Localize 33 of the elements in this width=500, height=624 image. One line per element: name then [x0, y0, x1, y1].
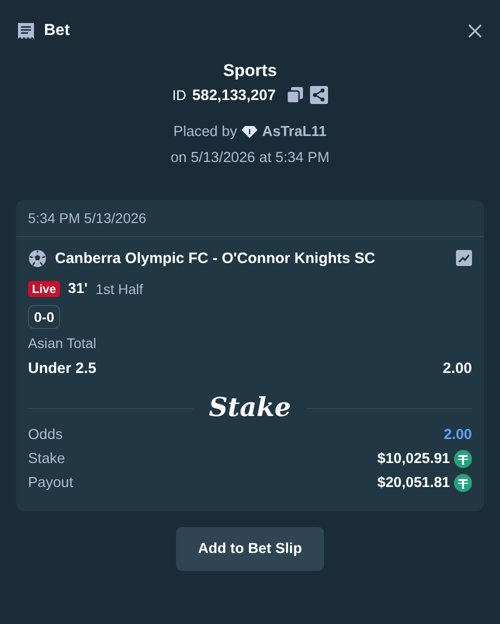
- amount-value: $10,025.91: [377, 451, 450, 467]
- tether-icon: [454, 474, 472, 492]
- diamond-icon: [241, 125, 258, 139]
- logo: Stake: [208, 393, 292, 423]
- bet-timestamp: 5:34 PM 5/13/2026: [28, 210, 146, 226]
- match-minute: 31': [68, 281, 88, 297]
- share-button[interactable]: [310, 86, 328, 104]
- match-period: 1st Half: [96, 281, 144, 297]
- amount-value: $20,051.81: [377, 475, 450, 491]
- placed-by-label: Placed by: [173, 124, 238, 140]
- tether-icon: [454, 450, 472, 468]
- selection-odds: 2.00: [442, 360, 472, 377]
- dialog-title: Bet: [44, 22, 70, 40]
- detail-label: Odds: [28, 427, 63, 443]
- selection: Under 2.5: [28, 360, 96, 377]
- odds-value: 2.00: [444, 427, 472, 443]
- receipt-icon: [16, 21, 36, 41]
- username[interactable]: AsTraL11: [262, 124, 327, 140]
- match-title[interactable]: Canberra Olympic FC - O'Connor Knights SC: [55, 250, 376, 266]
- detail-label: Payout: [28, 475, 74, 491]
- close-button[interactable]: [466, 22, 484, 40]
- live-badge: Live: [28, 281, 60, 297]
- soccer-ball-icon: [28, 248, 47, 268]
- placed-date: on 5/13/2026 at 5:34 PM: [170, 150, 330, 166]
- bet-id: 582,133,207: [192, 86, 276, 104]
- detail-label: Stake: [28, 451, 66, 467]
- score: 0-0: [28, 305, 60, 329]
- bet-category: Sports: [223, 60, 277, 82]
- id-label: ID: [172, 87, 186, 103]
- market-name: Asian Total: [28, 335, 98, 351]
- stats-chart-button[interactable]: [456, 250, 472, 266]
- add-to-bet-slip-button[interactable]: Add to Bet Slip: [176, 527, 324, 571]
- copy-button[interactable]: [286, 86, 304, 104]
